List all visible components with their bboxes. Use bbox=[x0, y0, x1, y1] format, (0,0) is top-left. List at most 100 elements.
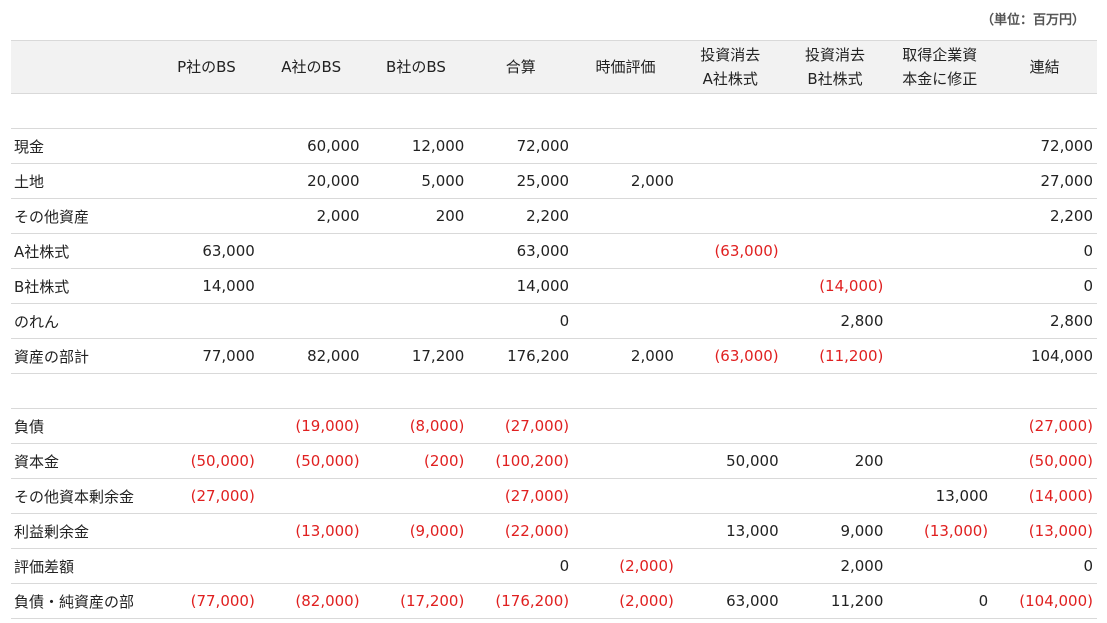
table-cell bbox=[363, 548, 469, 584]
table-cell bbox=[363, 233, 469, 269]
table-cell bbox=[782, 163, 888, 199]
header-acquirer-adjust: 取得企業資 本金に修正 bbox=[887, 40, 993, 94]
table-cell bbox=[573, 233, 678, 269]
table-cell: (8,000) bbox=[363, 408, 469, 444]
table-cell: 60,000 bbox=[258, 128, 364, 164]
table-cell: 50,000 bbox=[677, 443, 783, 479]
row-label: 負債・純資産の部 bbox=[11, 583, 155, 619]
header-row: P社のBS A社のBS B社のBS 合算 時価評価 投資消去 A社株式 投資消去… bbox=[11, 40, 1097, 94]
table-cell: 82,000 bbox=[258, 338, 364, 374]
table-cell: 200 bbox=[782, 443, 888, 479]
header-acq-line1: 取得企業資 bbox=[902, 46, 978, 64]
table-cell: 63,000 bbox=[677, 583, 783, 619]
table-cell bbox=[677, 548, 783, 584]
header-total: 合算 bbox=[468, 40, 574, 94]
table-cell bbox=[363, 478, 469, 514]
table-cell bbox=[573, 128, 678, 164]
table-cell bbox=[573, 303, 678, 339]
table-cell: 200 bbox=[363, 198, 469, 234]
consolidation-table: P社のBS A社のBS B社のBS 合算 時価評価 投資消去 A社株式 投資消去… bbox=[11, 40, 1097, 619]
header-elim-a: 投資消去 A社株式 bbox=[677, 40, 783, 94]
table-cell bbox=[154, 198, 259, 234]
table-cell bbox=[677, 303, 783, 339]
table-cell bbox=[573, 513, 678, 549]
table-row: その他資産 2,000 200 2,200 2,200 bbox=[11, 198, 1097, 234]
table-cell: 2,200 bbox=[992, 198, 1097, 234]
table-cell: (13,000) bbox=[992, 513, 1097, 549]
table-cell bbox=[258, 268, 364, 304]
table-cell: 13,000 bbox=[677, 513, 783, 549]
table-row: B社株式 14,000 14,000 (14,000) 0 bbox=[11, 268, 1097, 304]
table-row: 負債・純資産の部 (77,000) (82,000) (17,200) (176,200… bbox=[11, 583, 1097, 619]
header-acq-line2: 本金に修正 bbox=[902, 70, 978, 88]
table-cell: (50,000) bbox=[258, 443, 364, 479]
table-cell: (2,000) bbox=[573, 548, 678, 584]
table-cell bbox=[782, 408, 888, 444]
row-label: 評価差額 bbox=[11, 548, 155, 584]
table-cell bbox=[154, 408, 259, 444]
spacer-row bbox=[11, 93, 1097, 129]
table-cell bbox=[154, 303, 259, 339]
table-cell: 0 bbox=[992, 548, 1097, 584]
table-cell bbox=[154, 548, 259, 584]
table-cell: (63,000) bbox=[677, 233, 783, 269]
unit-label: （単位：百万円） bbox=[980, 13, 1085, 28]
header-a-bs: A社のBS bbox=[258, 40, 364, 94]
table-cell bbox=[887, 163, 993, 199]
table-row: 利益剰余金 (13,000) (9,000) (22,000) 13,000 9,000(… bbox=[11, 513, 1097, 549]
table-row: 資本金 (50,000) (50,000) (200) (100,200) 50,000 2… bbox=[11, 443, 1097, 479]
row-label: のれん bbox=[11, 303, 155, 339]
row-label: A社株式 bbox=[11, 233, 155, 269]
table-cell bbox=[887, 268, 993, 304]
table-cell bbox=[782, 198, 888, 234]
table-cell bbox=[887, 128, 993, 164]
table-cell: (27,000) bbox=[154, 478, 259, 514]
row-label: B社株式 bbox=[11, 268, 155, 304]
table-cell: 72,000 bbox=[992, 128, 1097, 164]
table-cell: 27,000 bbox=[992, 163, 1097, 199]
table-cell bbox=[258, 303, 364, 339]
table-row: 土地 20,000 5,000 25,000 2,000 27,000 bbox=[11, 163, 1097, 199]
table-cell: (11,200) bbox=[782, 338, 888, 374]
table-cell bbox=[573, 443, 678, 479]
table-cell: (17,200) bbox=[363, 583, 469, 619]
row-label: 資本金 bbox=[11, 443, 155, 479]
header-label bbox=[11, 40, 155, 94]
table-cell: 0 bbox=[468, 303, 574, 339]
header-elim-b-line1: 投資消去 bbox=[805, 46, 866, 64]
table-cell: 0 bbox=[468, 548, 574, 584]
row-label: その他資産 bbox=[11, 198, 155, 234]
table-cell: (19,000) bbox=[258, 408, 364, 444]
row-label: 利益剰余金 bbox=[11, 513, 155, 549]
table-cell: (27,000) bbox=[468, 478, 574, 514]
table-cell: 12,000 bbox=[363, 128, 469, 164]
table-cell bbox=[573, 198, 678, 234]
table-cell: (50,000) bbox=[154, 443, 259, 479]
table-cell: 20,000 bbox=[258, 163, 364, 199]
table-cell: 5,000 bbox=[363, 163, 469, 199]
table-cell: (14,000) bbox=[782, 268, 888, 304]
table-cell bbox=[887, 198, 993, 234]
table-cell bbox=[887, 408, 993, 444]
table-cell bbox=[887, 338, 993, 374]
table-cell bbox=[573, 268, 678, 304]
table-cell: (27,000) bbox=[468, 408, 574, 444]
table-cell: (77,000) bbox=[154, 583, 259, 619]
section-gap-row bbox=[11, 373, 1097, 409]
header-elim-a-line1: 投資消去 bbox=[700, 46, 761, 64]
table-cell bbox=[154, 163, 259, 199]
table-cell: 14,000 bbox=[154, 268, 259, 304]
header-elim-b: 投資消去 B社株式 bbox=[782, 40, 888, 94]
table-cell: 11,200 bbox=[782, 583, 888, 619]
table-cell: 9,000 bbox=[782, 513, 888, 549]
table-row: A社株式 63,000 63,000 (63,000) 0 bbox=[11, 233, 1097, 269]
header-elim-a-line2: A社株式 bbox=[702, 70, 758, 88]
table-cell bbox=[677, 268, 783, 304]
table-cell: (22,000) bbox=[468, 513, 574, 549]
table-cell: 2,000 bbox=[573, 163, 678, 199]
table-cell: (9,000) bbox=[363, 513, 469, 549]
table-cell: (63,000) bbox=[677, 338, 783, 374]
table-cell bbox=[154, 128, 259, 164]
table-cell bbox=[677, 478, 783, 514]
table-cell bbox=[677, 408, 783, 444]
